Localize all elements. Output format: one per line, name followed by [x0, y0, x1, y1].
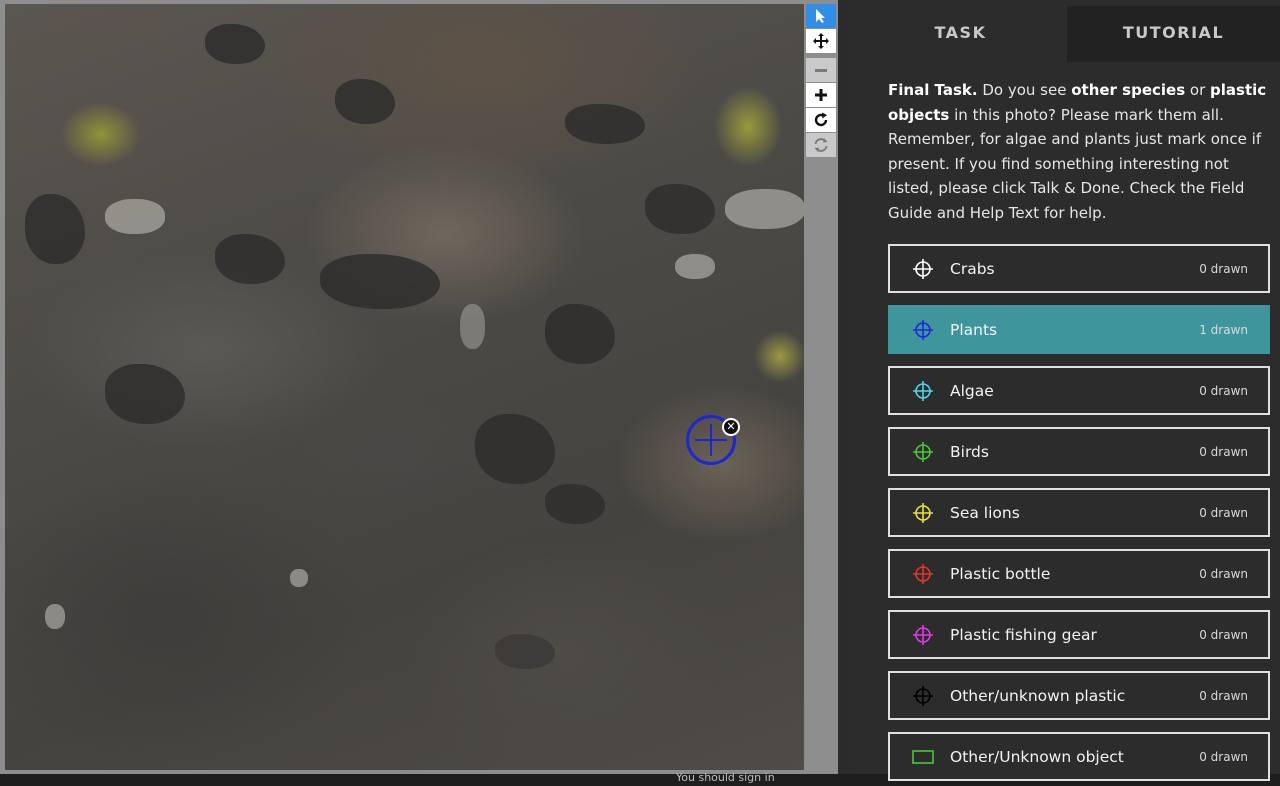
status-hint: You should sign in	[676, 771, 775, 784]
instructions-bold-1: other species	[1071, 81, 1186, 99]
tool-option-crabs[interactable]: Crabs 0 drawn	[888, 244, 1270, 293]
crosshair-icon	[912, 685, 934, 707]
reset-icon[interactable]	[806, 133, 836, 157]
instructions-text-2: or	[1185, 81, 1211, 99]
tool-option-count: 0 drawn	[1199, 505, 1248, 520]
tool-option-count: 0 drawn	[1199, 749, 1248, 764]
tool-option-count: 0 drawn	[1199, 688, 1248, 703]
tool-option-plastic-bottle[interactable]: Plastic bottle 0 drawn	[888, 549, 1270, 598]
tool-option-label: Sea lions	[950, 503, 1020, 522]
crosshair-icon	[912, 563, 934, 585]
plus-icon[interactable]	[806, 83, 836, 107]
tool-option-other-unknown-object[interactable]: Other/Unknown object 0 drawn	[888, 732, 1270, 781]
panel-tabs: TASK TUTORIAL	[854, 0, 1280, 62]
tool-option-label: Plastic bottle	[950, 564, 1051, 583]
rotate-icon[interactable]	[806, 108, 836, 132]
tool-option-count: 0 drawn	[1199, 444, 1248, 459]
instructions-lead: Final Task.	[888, 81, 978, 99]
tool-option-birds[interactable]: Birds 0 drawn	[888, 427, 1270, 476]
tool-option-count: 0 drawn	[1199, 383, 1248, 398]
viewer-toolbar	[806, 4, 836, 158]
rectangle-icon	[912, 746, 934, 768]
tool-option-label: Plants	[950, 320, 998, 339]
tool-option-label: Other/unknown plastic	[950, 686, 1126, 705]
tool-option-count: 0 drawn	[1199, 566, 1248, 581]
tab-task[interactable]: TASK	[854, 0, 1067, 62]
tool-option-label: Plastic fishing gear	[950, 625, 1097, 644]
minus-icon[interactable]	[806, 58, 836, 82]
crosshair-icon	[912, 502, 934, 524]
crosshair-icon	[912, 380, 934, 402]
image-viewer: ✕	[0, 0, 838, 774]
pointer-icon[interactable]	[806, 4, 836, 28]
crosshair-icon	[912, 624, 934, 646]
tool-option-plastic-fishing-gear[interactable]: Plastic fishing gear 0 drawn	[888, 610, 1270, 659]
tool-option-label: Crabs	[950, 259, 995, 278]
tab-tutorial[interactable]: TUTORIAL	[1067, 6, 1280, 62]
tool-option-label: Algae	[950, 381, 994, 400]
tool-option-label: Birds	[950, 442, 989, 461]
tool-option-sea-lions[interactable]: Sea lions 0 drawn	[888, 488, 1270, 537]
crosshair-icon	[912, 258, 934, 280]
tool-option-algae[interactable]: Algae 0 drawn	[888, 366, 1270, 415]
tool-option-plants[interactable]: Plants 1 drawn	[888, 305, 1270, 354]
instructions-text-1: Do you see	[977, 81, 1072, 99]
task-panel: TASK TUTORIAL Final Task. Do you see oth…	[854, 0, 1280, 781]
move-icon[interactable]	[806, 29, 836, 53]
tool-options: Crabs 0 drawn Plants 1 drawn Algae 0 drawn Bir…	[888, 244, 1270, 786]
close-circle-icon[interactable]: ✕	[722, 418, 740, 436]
marker-crosshair-vertical	[710, 424, 712, 456]
crosshair-icon	[912, 319, 934, 341]
tool-option-count: 0 drawn	[1199, 627, 1248, 642]
tool-option-other-unknown-plastic[interactable]: Other/unknown plastic 0 drawn	[888, 671, 1270, 720]
tool-option-count: 0 drawn	[1199, 261, 1248, 276]
crosshair-icon	[912, 441, 934, 463]
tool-option-label: Other/Unknown object	[950, 747, 1124, 766]
tool-option-count: 1 drawn	[1199, 322, 1248, 337]
subject-photo[interactable]	[5, 4, 804, 770]
task-instructions: Final Task. Do you see other species or …	[854, 62, 1280, 226]
